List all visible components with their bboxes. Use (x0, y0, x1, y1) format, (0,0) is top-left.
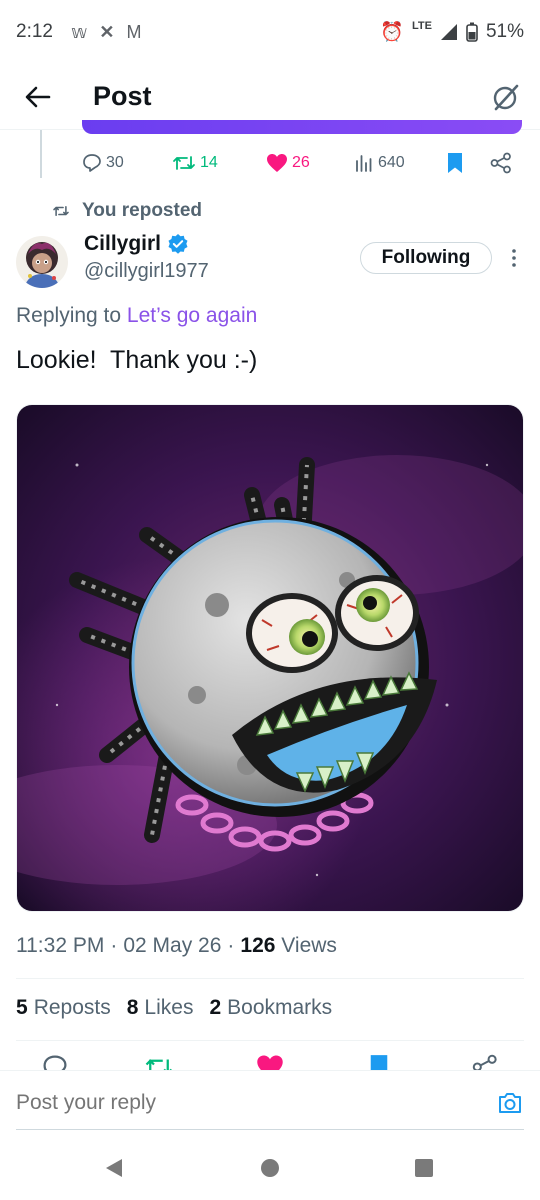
author-handle[interactable]: @cillygirl1977 (84, 260, 209, 283)
reply-input[interactable] (16, 1091, 476, 1115)
avatar-image (16, 236, 68, 288)
repost-context: You reposted (52, 200, 202, 222)
divider (16, 978, 524, 979)
parent-like-button[interactable]: 26 (266, 153, 310, 173)
repost-icon (53, 206, 69, 216)
author-names: Cillygirl @cillygirl1977 (84, 232, 209, 283)
triangle-back-icon (106, 1159, 122, 1177)
reposts-count: 5 (16, 996, 28, 1019)
camera-button[interactable] (494, 1087, 526, 1119)
main-action-row (0, 1054, 540, 1070)
timestamp-row: 11:32 PM · 02 May 26 · 126 Views (16, 934, 337, 958)
square-recents-icon (415, 1159, 433, 1177)
back-button[interactable] (18, 77, 58, 117)
heart-icon[interactable] (256, 1054, 284, 1070)
parent-repost-button[interactable]: 14 (172, 153, 218, 173)
share-icon (490, 152, 511, 174)
circle-home-icon (261, 1159, 279, 1177)
page-title: Post (93, 81, 152, 111)
parent-action-row: 30 14 26 640 (82, 146, 522, 180)
status-bar: 2:12 𝕨 ✕ M ⏰ LTE 51% (0, 0, 540, 64)
likes-label: Likes (144, 996, 194, 1019)
arrow-left-icon (25, 86, 51, 107)
battery-percent: 51% (485, 21, 524, 42)
views-icon (356, 155, 372, 172)
engagement-stats: 5 Reposts 8 Likes 2 Bookmarks (16, 996, 332, 1020)
parent-share-button[interactable] (490, 152, 512, 174)
network-type: LTE (412, 20, 432, 32)
reposts-label: Reposts (33, 996, 111, 1019)
thread-line (40, 130, 42, 178)
avatar[interactable] (16, 236, 68, 288)
author-row: Cillygirl @cillygirl1977 Following (16, 232, 524, 296)
separator-dot: · (227, 934, 235, 957)
replying-to-link[interactable]: Let’s go again (127, 304, 257, 327)
share-icon[interactable] (472, 1054, 498, 1070)
post-time: 11:32 PM (16, 934, 105, 957)
camera-icon (499, 1093, 521, 1113)
alarm-icon: ⏰ (380, 22, 404, 43)
battery-icon (466, 22, 478, 42)
repost-context-label: You reposted (82, 200, 202, 221)
likes-count: 8 (126, 996, 139, 1019)
views-count: 126 (240, 934, 276, 957)
bookmarks-label: Bookmarks (227, 996, 333, 1019)
status-time: 2:12 (16, 21, 53, 42)
bookmark-icon[interactable] (368, 1054, 390, 1070)
signal-icon (440, 24, 457, 40)
tweet-media-image[interactable] (16, 404, 524, 912)
parent-reply-button[interactable]: 30 (82, 153, 124, 173)
views-label: Views (281, 934, 337, 957)
reposts-stat[interactable]: 5 Reposts (16, 996, 111, 1020)
nav-home-button[interactable] (258, 1156, 282, 1180)
replying-prefix: Replying to (16, 304, 122, 327)
nav-back-button[interactable] (102, 1156, 126, 1180)
monster-illustration (17, 405, 523, 911)
x-icon: ✕ (99, 21, 115, 42)
parent-repost-count: 14 (200, 154, 218, 171)
tweet-text: Lookie! Thank you :-) (16, 346, 258, 374)
parent-views-count: 640 (378, 154, 405, 171)
separator-dot: · (110, 934, 118, 957)
heart-icon (267, 154, 287, 172)
parent-like-count: 26 (292, 154, 310, 171)
post-date: 02 May 26 (123, 934, 222, 957)
notification-icons: 𝕨 ✕ M (71, 22, 141, 43)
grok-button[interactable] (488, 79, 524, 115)
verified-badge-icon (168, 234, 188, 254)
parent-media-edge (82, 120, 522, 134)
gmail-icon: M (126, 21, 142, 42)
more-vertical-icon (512, 249, 516, 267)
replying-to-line: Replying to Let’s go again (16, 304, 257, 328)
following-button[interactable]: Following (360, 242, 492, 274)
reply-icon (83, 154, 101, 172)
grok-icon (493, 84, 519, 110)
wordle-icon: 𝕨 (70, 21, 88, 42)
divider (16, 1040, 524, 1041)
reply-underline (16, 1129, 524, 1130)
repost-icon[interactable] (144, 1054, 174, 1070)
repost-icon (173, 156, 195, 170)
reply-composer (0, 1070, 540, 1132)
status-right: ⏰ LTE 51% (380, 20, 524, 44)
more-options-button[interactable] (500, 242, 528, 274)
parent-views-button[interactable]: 640 (354, 153, 405, 173)
bookmark-icon (448, 153, 462, 173)
parent-reply-count: 30 (106, 154, 124, 171)
system-nav-bar (0, 1136, 540, 1200)
parent-bookmark-button[interactable] (446, 152, 464, 174)
reply-icon[interactable] (42, 1054, 68, 1070)
nav-recents-button[interactable] (412, 1156, 436, 1180)
bookmarks-stat[interactable]: 2 Bookmarks (209, 996, 332, 1020)
bookmarks-count: 2 (209, 996, 222, 1019)
author-display-name[interactable]: Cillygirl (84, 232, 209, 256)
display-name-text: Cillygirl (84, 232, 162, 255)
likes-stat[interactable]: 8 Likes (127, 996, 194, 1020)
